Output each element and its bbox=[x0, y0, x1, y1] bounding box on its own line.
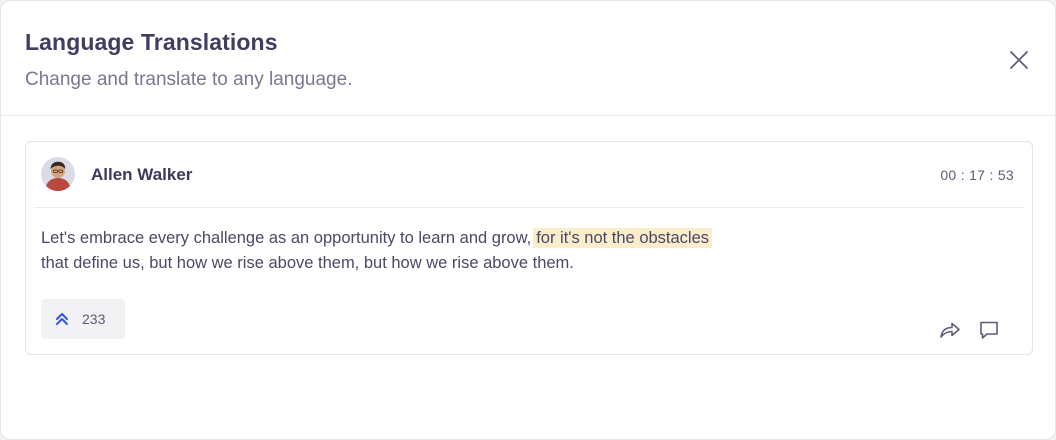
double-chevron-up-icon bbox=[56, 313, 68, 325]
share-button[interactable] bbox=[938, 319, 962, 341]
message-text-continued: that define us, but how we rise above th… bbox=[41, 254, 574, 272]
highlighted-text: for it's not the obstacles bbox=[533, 228, 713, 248]
translation-modal: Language Translations Change and transla… bbox=[0, 0, 1056, 440]
avatar bbox=[41, 157, 75, 191]
close-icon bbox=[1010, 51, 1028, 69]
post-header: Allen Walker 00 : 17 : 53 bbox=[26, 142, 1032, 207]
message-text: Let's embrace every challenge as an oppo… bbox=[41, 229, 532, 247]
post-message: Let's embrace every challenge as an oppo… bbox=[41, 226, 861, 276]
author-name: Allen Walker bbox=[91, 165, 193, 184]
timestamp: 00 : 17 : 53 bbox=[940, 167, 1014, 183]
comment-button[interactable] bbox=[977, 318, 1001, 342]
comment-icon bbox=[980, 321, 998, 339]
upvote-count: 233 bbox=[82, 311, 106, 327]
post-card: Allen Walker 00 : 17 : 53 Let's embrace … bbox=[25, 141, 1033, 355]
divider bbox=[34, 207, 1024, 208]
close-button[interactable] bbox=[1005, 46, 1033, 74]
upvote-button[interactable]: 233 bbox=[41, 299, 125, 339]
modal-subtitle: Change and translate to any language. bbox=[25, 69, 353, 90]
share-icon bbox=[940, 322, 960, 338]
avatar-image bbox=[41, 157, 75, 191]
modal-header: Language Translations Change and transla… bbox=[1, 1, 1055, 116]
modal-title: Language Translations bbox=[25, 29, 278, 55]
